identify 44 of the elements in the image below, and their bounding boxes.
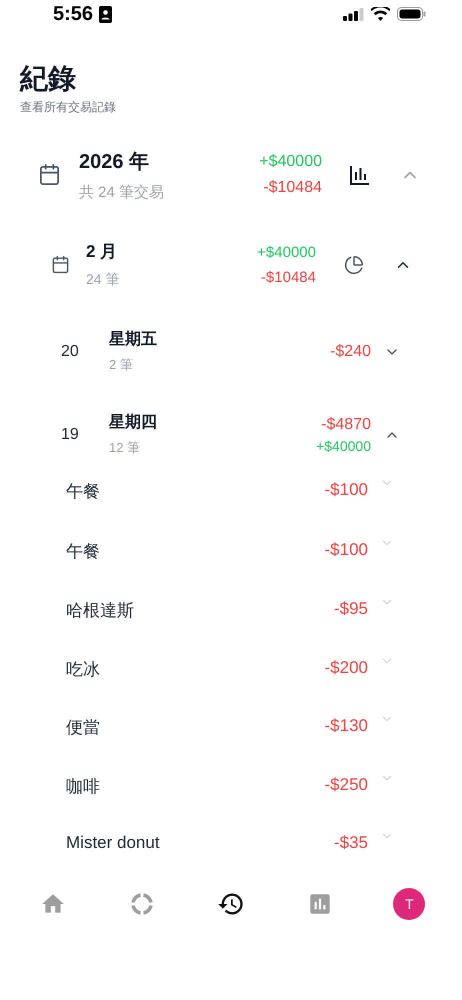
day-amount: -$4870 (321, 416, 371, 434)
bar-chart-icon[interactable] (349, 164, 371, 186)
weekday-label: 星期四 (109, 412, 157, 434)
transaction-amount: -$130 (324, 716, 368, 736)
day-number: 20 (61, 342, 80, 361)
transaction-amount: -$250 (324, 774, 368, 795)
transaction-name: 咖啡 (66, 776, 101, 798)
wifi-icon (371, 7, 390, 22)
page-title: 紀錄 (20, 62, 76, 96)
page-subtitle: 查看所有交易記錄 (20, 98, 116, 116)
transaction-name: 哈根達斯 (66, 600, 135, 622)
calendar-icon (51, 255, 70, 274)
day-number: 19 (61, 426, 80, 444)
day-count: 2 筆 (109, 356, 133, 374)
year-title: 2026 年 (79, 150, 150, 175)
transaction-name: 便當 (66, 717, 101, 740)
transaction-amount: -$200 (324, 658, 368, 678)
month-expense: -$10484 (260, 268, 316, 286)
year-income: +$40000 (259, 152, 322, 171)
transaction-name: 午餐 (66, 480, 101, 503)
calendar-icon (38, 163, 61, 186)
status-time: 5:56 (53, 2, 94, 26)
day-amount: +$40000 (316, 438, 371, 454)
ring-icon[interactable] (130, 892, 154, 916)
transaction-amount: -$100 (324, 540, 368, 560)
transaction-amount: -$100 (324, 480, 368, 500)
transaction-name: Mister donut (66, 833, 161, 854)
transaction-name: 吃冰 (66, 658, 101, 681)
pie-chart-icon[interactable] (344, 254, 364, 275)
profile-avatar[interactable]: T (393, 888, 426, 920)
year-count: 共 24 筆交易 (79, 182, 164, 202)
month-income: +$40000 (257, 244, 316, 261)
battery-icon (397, 7, 426, 22)
year-expense: -$10484 (263, 178, 322, 197)
weekday-label: 星期五 (109, 330, 157, 350)
day-count: 12 筆 (109, 439, 140, 458)
signal-icon (343, 8, 364, 21)
transaction-amount: -$95 (334, 599, 368, 620)
month-count: 24 筆 (86, 271, 120, 290)
day-amount: -$240 (330, 342, 371, 361)
transaction-name: 午餐 (66, 541, 101, 564)
month-title: 2 月 (86, 241, 118, 264)
transaction-amount: -$35 (334, 833, 368, 854)
contact-card-icon (99, 6, 112, 23)
